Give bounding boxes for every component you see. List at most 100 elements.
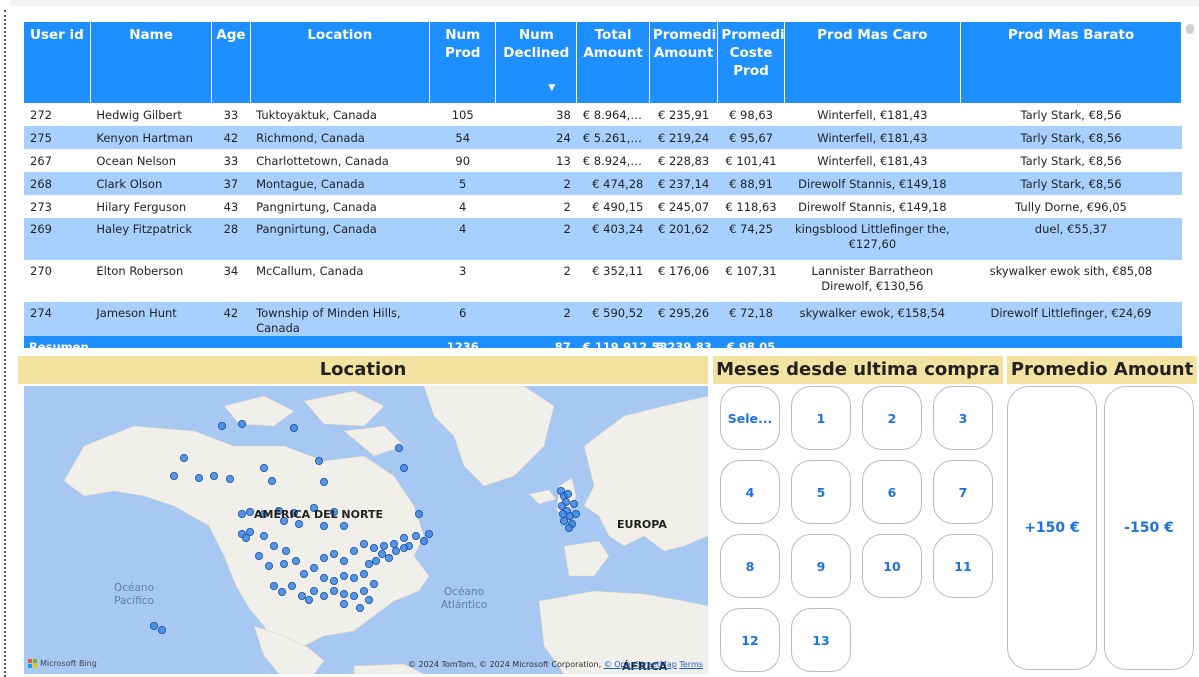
column-header-prod-mas-caro[interactable]: Prod Mas Caro — [784, 22, 962, 103]
map-point[interactable] — [359, 586, 368, 595]
column-header-location[interactable]: Location — [250, 22, 431, 103]
column-header-age[interactable]: Age — [211, 22, 251, 103]
map-point[interactable] — [364, 559, 373, 568]
map-point[interactable] — [349, 546, 358, 555]
map-point[interactable] — [319, 591, 328, 600]
map-point[interactable] — [157, 625, 166, 634]
meses-button-9[interactable]: 9 — [791, 534, 851, 598]
map-point[interactable] — [565, 523, 574, 532]
map-point[interactable] — [364, 595, 373, 604]
table-row[interactable]: 270 Elton Roberson 34 McCallum, Canada 3 2 € 3… — [24, 260, 1182, 302]
map-point[interactable] — [389, 539, 398, 548]
amount-plus-150-button[interactable]: +150 € — [1007, 386, 1097, 670]
map-point[interactable] — [289, 424, 298, 433]
amount-minus-150-button[interactable]: -150 € — [1104, 386, 1194, 670]
map-point[interactable] — [339, 589, 348, 598]
map-point[interactable] — [329, 576, 338, 585]
meses-button-11[interactable]: 11 — [933, 534, 993, 598]
map-point[interactable] — [297, 591, 306, 600]
map-point[interactable] — [194, 474, 203, 483]
map-point[interactable] — [419, 536, 428, 545]
table-row[interactable]: 274 Jameson Hunt 42 Township of Minden Hill… — [24, 302, 1182, 336]
map-point[interactable] — [299, 569, 308, 578]
map-point[interactable] — [319, 573, 328, 582]
column-header-promedio-coste-prod[interactable]: Promedio Coste Prod — [717, 22, 794, 103]
map-point[interactable] — [309, 563, 318, 572]
map-point[interactable] — [384, 553, 393, 562]
map-point[interactable] — [394, 444, 403, 453]
map-point[interactable] — [399, 533, 408, 542]
meses-button-select-all[interactable]: Sele... — [720, 386, 780, 450]
map-point[interactable] — [424, 529, 433, 538]
map-point[interactable] — [259, 464, 268, 473]
map-point[interactable] — [314, 457, 323, 466]
map-point[interactable] — [379, 541, 388, 550]
map-point[interactable] — [572, 510, 581, 519]
map-point[interactable] — [237, 420, 246, 429]
map-point[interactable] — [339, 521, 348, 530]
map-point[interactable] — [237, 510, 246, 519]
table-scrollbar[interactable] — [1186, 24, 1194, 34]
table-row[interactable]: 273 Hilary Ferguson 43 Pangnirtung, Canada 4… — [24, 195, 1182, 218]
meses-button-5[interactable]: 5 — [791, 460, 851, 524]
meses-button-12[interactable]: 12 — [720, 608, 780, 672]
map-point[interactable] — [411, 531, 420, 540]
map-point[interactable] — [339, 556, 348, 565]
meses-button-2[interactable]: 2 — [862, 386, 922, 450]
meses-button-10[interactable]: 10 — [862, 534, 922, 598]
map-point[interactable] — [209, 472, 218, 481]
map-point[interactable] — [359, 569, 368, 578]
table-row[interactable]: 268 Clark Olson 37 Montague, Canada 5 2 € 474,… — [24, 172, 1182, 195]
meses-button-1[interactable]: 1 — [791, 386, 851, 450]
map-point[interactable] — [564, 490, 573, 499]
map-point[interactable] — [355, 603, 364, 612]
map-point[interactable] — [349, 591, 358, 600]
map-point[interactable] — [559, 510, 568, 519]
meses-button-8[interactable]: 8 — [720, 534, 780, 598]
meses-button-3[interactable]: 3 — [933, 386, 993, 450]
map-point[interactable] — [304, 595, 313, 604]
map-point[interactable] — [319, 521, 328, 530]
map-point[interactable] — [399, 464, 408, 473]
map-point[interactable] — [150, 621, 159, 630]
map-point[interactable] — [570, 500, 579, 509]
sort-descending-icon[interactable]: ▼ — [548, 79, 555, 97]
map-point[interactable] — [267, 477, 276, 486]
meses-button-6[interactable]: 6 — [862, 460, 922, 524]
map-point[interactable] — [349, 573, 358, 582]
meses-button-7[interactable]: 7 — [933, 460, 993, 524]
map-point[interactable] — [294, 519, 303, 528]
map-point[interactable] — [329, 549, 338, 558]
map-point[interactable] — [391, 546, 400, 555]
location-map[interactable]: AMÉRICA DEL NORTE EUROPA ÁFRICA Océano P… — [24, 386, 708, 674]
map-point[interactable] — [291, 556, 300, 565]
column-header-promedio-amount[interactable]: Promedio Amount — [649, 22, 726, 103]
map-point[interactable] — [414, 510, 423, 519]
column-header-num-prod[interactable]: Num Prod — [429, 22, 497, 103]
map-point[interactable] — [269, 541, 278, 550]
map-point[interactable] — [281, 546, 290, 555]
map-point[interactable] — [359, 539, 368, 548]
map-point[interactable] — [217, 422, 226, 431]
map-point[interactable] — [371, 556, 380, 565]
meses-button-13[interactable]: 13 — [791, 608, 851, 672]
table-row[interactable]: 272 Hedwig Gilbert 33 Tuktoyaktuk, Canada 10… — [24, 103, 1182, 126]
map-point[interactable] — [377, 549, 386, 558]
map-point[interactable] — [245, 508, 254, 517]
map-point[interactable] — [339, 599, 348, 608]
column-header-total-amount[interactable]: Total Amount — [576, 22, 650, 103]
table-row[interactable]: 275 Kenyon Hartman 42 Richmond, Canada 54 24 €… — [24, 126, 1182, 149]
map-point[interactable] — [269, 581, 278, 590]
map-point[interactable] — [560, 516, 569, 525]
map-point[interactable] — [277, 587, 286, 596]
terms-link[interactable]: Terms — [679, 660, 703, 669]
column-header-user-id[interactable]: User id — [24, 22, 91, 103]
map-point[interactable] — [319, 553, 328, 562]
column-header-num-declined[interactable]: Num Declined ▼ — [495, 22, 578, 103]
map-point[interactable] — [179, 454, 188, 463]
map-point[interactable] — [329, 586, 338, 595]
map-point[interactable] — [309, 586, 318, 595]
table-row[interactable]: 269 Haley Fitzpatrick 28 Pangnirtung, Canad… — [24, 218, 1182, 260]
map-point[interactable] — [254, 551, 263, 560]
map-point[interactable] — [369, 579, 378, 588]
